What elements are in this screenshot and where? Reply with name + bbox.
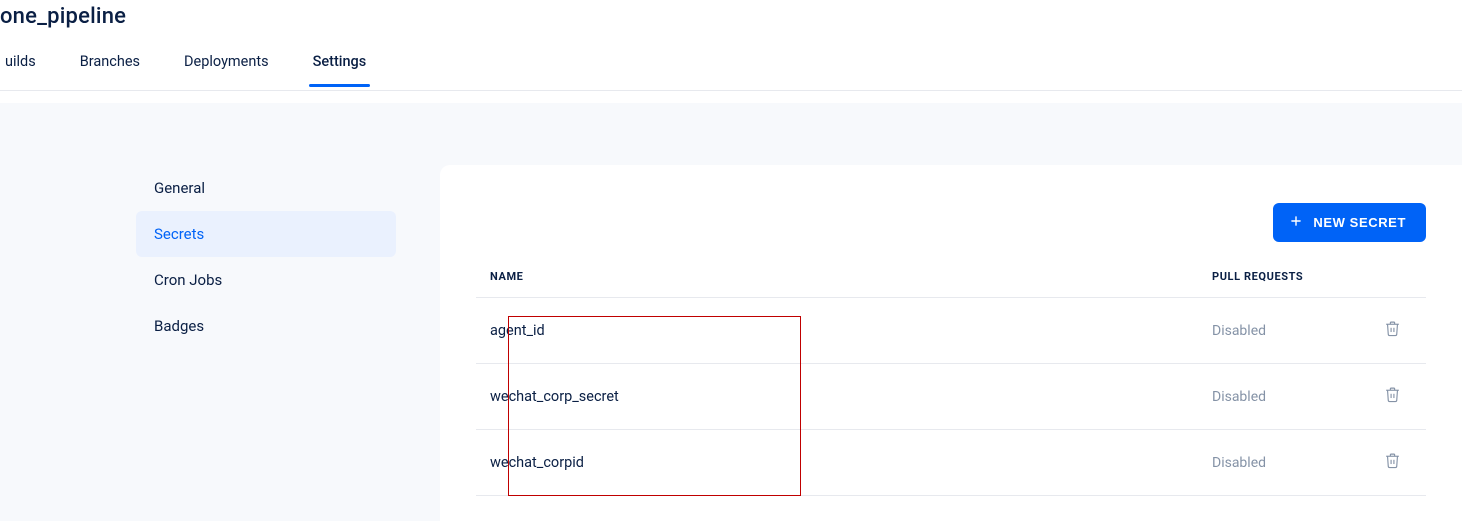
content-area: General Secrets Cron Jobs Badges NEW SEC… — [0, 103, 1462, 521]
secret-name: wechat_corpid — [490, 454, 1212, 471]
secret-pull-requests: Disabled — [1212, 323, 1372, 339]
tab-builds[interactable]: uilds — [3, 53, 38, 86]
table-row: agent_id Disabled — [476, 298, 1426, 364]
table-header-row: NAME PULL REQUESTS — [476, 270, 1426, 298]
table-header-pull-requests: PULL REQUESTS — [1212, 270, 1372, 283]
secrets-table: NAME PULL REQUESTS agent_id Disabled wec… — [476, 270, 1426, 496]
page-title: one_pipeline — [0, 4, 1462, 29]
secret-name: wechat_corp_secret — [490, 388, 1212, 405]
sidemenu-item-general[interactable]: General — [136, 165, 396, 211]
table-row: wechat_corp_secret Disabled — [476, 364, 1426, 430]
tab-settings[interactable]: Settings — [311, 53, 369, 86]
plus-icon — [1289, 214, 1303, 231]
secret-pull-requests: Disabled — [1212, 389, 1372, 405]
delete-secret-button[interactable] — [1372, 452, 1412, 473]
table-header-name: NAME — [490, 270, 1212, 283]
new-secret-label: NEW SECRET — [1313, 215, 1406, 230]
trash-icon — [1384, 320, 1401, 341]
sidemenu-item-badges[interactable]: Badges — [136, 303, 396, 349]
secrets-panel: NEW SECRET NAME PULL REQUESTS agent_id D… — [440, 165, 1462, 521]
tab-branches[interactable]: Branches — [78, 53, 142, 86]
delete-secret-button[interactable] — [1372, 320, 1412, 341]
new-secret-button[interactable]: NEW SECRET — [1273, 203, 1426, 242]
tabs-container: uilds Branches Deployments Settings — [0, 53, 1462, 91]
trash-icon — [1384, 386, 1401, 407]
settings-sidemenu: General Secrets Cron Jobs Badges — [0, 165, 440, 521]
table-row: wechat_corpid Disabled — [476, 430, 1426, 496]
secret-name: agent_id — [490, 322, 1212, 339]
sidemenu-item-secrets[interactable]: Secrets — [136, 211, 396, 257]
secret-pull-requests: Disabled — [1212, 455, 1372, 471]
delete-secret-button[interactable] — [1372, 386, 1412, 407]
trash-icon — [1384, 452, 1401, 473]
tab-deployments[interactable]: Deployments — [182, 53, 271, 86]
sidemenu-item-cron-jobs[interactable]: Cron Jobs — [136, 257, 396, 303]
